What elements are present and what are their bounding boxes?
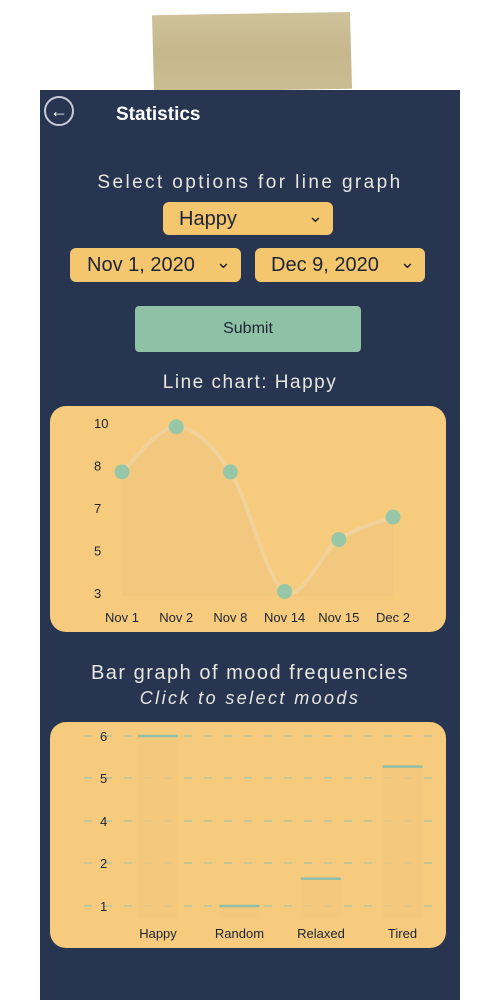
x-tick-label: Random xyxy=(215,926,264,941)
page-title: Statistics xyxy=(116,104,201,125)
line-point xyxy=(168,419,184,435)
x-tick-label: Nov 1 xyxy=(105,610,139,625)
y-tick-label: 5 xyxy=(94,544,101,559)
y-tick-label: 4 xyxy=(100,814,107,829)
bar-chart-subheading: Click to select moods xyxy=(139,688,361,708)
x-tick-label: Dec 2 xyxy=(376,610,410,625)
y-tick-label: 1 xyxy=(100,899,107,914)
bar xyxy=(382,766,423,918)
bar xyxy=(138,736,178,918)
x-tick-label: Nov 15 xyxy=(318,610,359,625)
x-tick-label: Nov 8 xyxy=(213,610,247,625)
end-date-select[interactable]: Dec 9, 2020 ⌄ xyxy=(255,248,425,282)
x-tick-label: Nov 14 xyxy=(264,610,305,625)
masking-tape xyxy=(152,12,352,92)
line-options-heading: Select options for line graph xyxy=(97,172,403,193)
y-tick-label: 8 xyxy=(94,459,101,474)
y-tick-label: 10 xyxy=(94,416,108,431)
chevron-down-icon: ⌄ xyxy=(399,252,415,272)
y-tick-label: 3 xyxy=(94,586,101,601)
line-point xyxy=(331,532,347,548)
start-date-select[interactable]: Nov 1, 2020 ⌄ xyxy=(70,248,241,282)
line-chart-card: 10 8 7 5 3 Nov 1 Nov 2 Nov 8 Nov 14 Nov 15 Dec 2 xyxy=(50,406,446,632)
x-tick-label: Happy xyxy=(139,926,177,941)
y-tick-label: 2 xyxy=(100,856,107,871)
bar-chart-heading: Bar graph of mood frequencies xyxy=(90,662,410,684)
start-date-value: Nov 1, 2020 xyxy=(87,254,195,276)
line-point xyxy=(222,464,238,480)
x-tick-label: Nov 2 xyxy=(159,610,193,625)
top-bar: ← Statistics xyxy=(40,90,460,140)
chevron-down-icon: ⌄ xyxy=(307,206,323,226)
y-tick-label: 5 xyxy=(100,771,107,786)
end-date-value: Dec 9, 2020 xyxy=(271,254,379,276)
line-chart: 10 8 7 5 3 Nov 1 Nov 2 Nov 8 Nov 14 Nov 15 Dec 2 xyxy=(94,416,410,625)
back-arrow-icon[interactable]: ← xyxy=(44,96,74,126)
bar-chart[interactable]: 6 5 4 2 1 Happy Random Relaxed Tired xyxy=(50,722,446,948)
line-point xyxy=(277,583,293,599)
line-area xyxy=(122,426,393,596)
line-point xyxy=(114,464,130,480)
line-chart-heading: Line chart: Happy xyxy=(162,372,338,393)
chevron-down-icon: ⌄ xyxy=(215,252,231,272)
mood-select[interactable]: Happy ⌄ xyxy=(163,202,333,235)
bar xyxy=(301,878,341,918)
x-tick-label: Relaxed xyxy=(297,926,345,941)
y-tick-label: 6 xyxy=(100,729,107,744)
bar-chart-card: 6 5 4 2 1 Happy Random Relaxed Tired xyxy=(50,722,446,948)
mood-select-value: Happy xyxy=(179,208,237,230)
x-tick-label: Tired xyxy=(388,926,417,941)
submit-button[interactable]: Submit xyxy=(135,306,361,352)
statistics-screen: ← Statistics Select options for line gra… xyxy=(40,90,460,1000)
line-point xyxy=(385,509,401,525)
y-tick-label: 7 xyxy=(94,501,101,516)
bar xyxy=(219,906,260,918)
